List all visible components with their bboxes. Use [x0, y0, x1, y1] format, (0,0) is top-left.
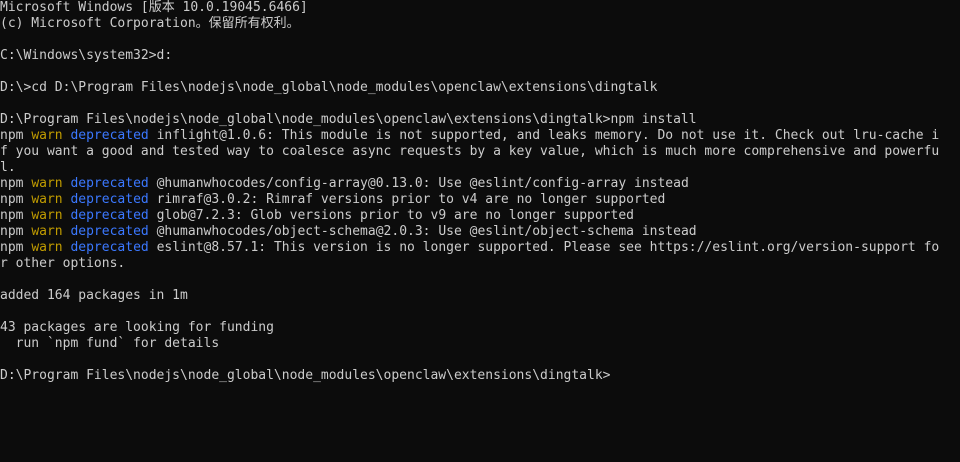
npm-label: npm — [0, 224, 24, 239]
funding-line: 43 packages are looking for funding — [0, 320, 274, 335]
npm-warning-line: npm warn deprecated eslint@8.57.1: This … — [0, 240, 960, 256]
npm-label: npm — [0, 208, 24, 223]
terminal-output[interactable]: Microsoft Windows [版本 10.0.19045.6466] (… — [0, 0, 960, 384]
deprecated-label: deprecated — [70, 192, 149, 207]
warn-label: warn — [31, 240, 63, 255]
warn-label: warn — [31, 208, 63, 223]
deprecated-label: deprecated — [70, 176, 149, 191]
warning-message: inflight@1.0.6: This module is not suppo… — [156, 128, 940, 143]
console-window[interactable]: Microsoft Windows [版本 10.0.19045.6466] (… — [0, 0, 960, 462]
warn-label: warn — [31, 176, 63, 191]
deprecated-label: deprecated — [70, 224, 149, 239]
deprecated-label: deprecated — [70, 128, 149, 143]
npm-warning-line: npm warn deprecated glob@7.2.3: Glob ver… — [0, 208, 960, 224]
command-prompt[interactable]: D:\Program Files\nodejs\node_global\node… — [0, 368, 960, 384]
warning-message: eslint@8.57.1: This version is no longer… — [156, 240, 940, 255]
deprecated-label: deprecated — [70, 208, 149, 223]
warning-continuation-line: l. — [0, 160, 16, 175]
command-line-drive-switch: C:\Windows\system32>d: — [0, 48, 173, 63]
npm-warning-list: npm warn deprecated inflight@1.0.6: This… — [0, 128, 960, 272]
warning-message: @humanwhocodes/config-array@0.13.0: Use … — [156, 176, 689, 191]
npm-label: npm — [0, 240, 24, 255]
npm-label: npm — [0, 176, 24, 191]
npm-warning-line: npm warn deprecated rimraf@3.0.2: Rimraf… — [0, 192, 960, 208]
warning-continuation-line: f you want a good and tested way to coal… — [0, 144, 940, 159]
added-packages-line: added 164 packages in 1m — [0, 288, 188, 303]
warning-message: glob@7.2.3: Glob versions prior to v9 ar… — [156, 208, 634, 223]
warn-label: warn — [31, 128, 63, 143]
npm-warning-line: npm warn deprecated @humanwhocodes/objec… — [0, 224, 960, 240]
deprecated-label: deprecated — [70, 240, 149, 255]
warning-message: rimraf@3.0.2: Rimraf versions prior to v… — [156, 192, 666, 207]
funding-hint-line: run `npm fund` for details — [0, 336, 220, 351]
npm-label: npm — [0, 192, 24, 207]
npm-warning-line: npm warn deprecated @humanwhocodes/confi… — [0, 176, 960, 192]
command-line-cd: D:\>cd D:\Program Files\nodejs\node_glob… — [0, 80, 658, 95]
copyright-line: (c) Microsoft Corporation。保留所有权利。 — [0, 16, 300, 31]
warning-continuation-line: r other options. — [0, 256, 126, 271]
warn-label: warn — [31, 192, 63, 207]
warn-label: warn — [31, 224, 63, 239]
command-line-npm-install: D:\Program Files\nodejs\node_global\node… — [0, 112, 697, 127]
npm-warning-line: npm warn deprecated inflight@1.0.6: This… — [0, 128, 960, 144]
warning-message: @humanwhocodes/object-schema@2.0.3: Use … — [156, 224, 697, 239]
windows-version-line: Microsoft Windows [版本 10.0.19045.6466] — [0, 0, 308, 15]
npm-label: npm — [0, 128, 24, 143]
